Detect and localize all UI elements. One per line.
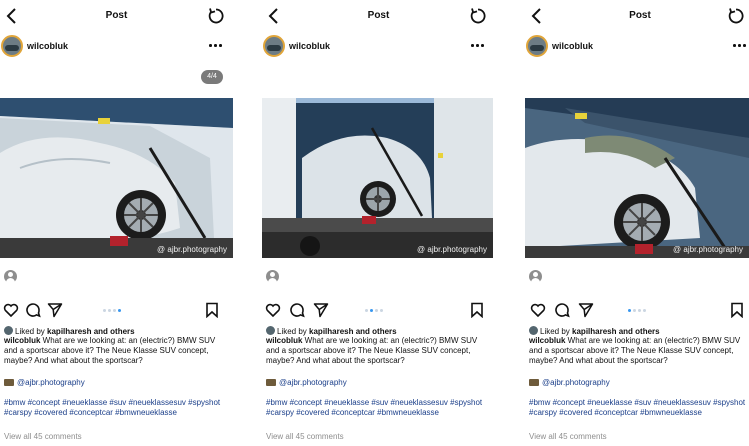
carousel-indicator (365, 309, 387, 313)
bookmark-icon[interactable] (204, 302, 220, 318)
action-bar (262, 302, 495, 320)
post-author-row: wilcobluk (262, 32, 495, 60)
photo-watermark: @ ajbr.photography (673, 245, 743, 254)
refresh-icon[interactable] (207, 7, 225, 25)
camera-emoji-icon (4, 379, 14, 386)
hashtags[interactable]: #bmw #concept #neueklasse #suv #neueklas… (266, 398, 491, 418)
post-author-row: wilcobluk (0, 32, 233, 60)
carousel-dot (633, 309, 636, 312)
carousel-dot (638, 309, 641, 312)
avatar[interactable] (526, 35, 548, 57)
liker-avatar (4, 326, 13, 335)
post-panel-3: Post wilcobluk @ ajbr.photography Liked … (525, 0, 749, 446)
camera-emoji-icon (266, 379, 276, 386)
photo-watermark: @ ajbr.photography (157, 245, 227, 254)
post-photo[interactable]: @ ajbr.photography (262, 98, 493, 258)
send-icon[interactable] (578, 302, 594, 318)
comment-icon[interactable] (25, 302, 41, 318)
username[interactable]: wilcobluk (552, 41, 593, 51)
more-horizontal-icon[interactable] (733, 40, 747, 50)
carousel-dot-active (370, 309, 373, 312)
photo-credit[interactable]: @ajbr.photography (266, 378, 347, 387)
post-caption: wilcobluk What are we looking at: an (el… (266, 336, 478, 365)
send-icon[interactable] (47, 302, 63, 318)
user-tag-icon[interactable] (529, 270, 542, 283)
carousel-dot (113, 309, 116, 312)
carousel-dot (108, 309, 111, 312)
bookmark-icon[interactable] (469, 302, 485, 318)
avatar[interactable] (263, 35, 285, 57)
heart-icon[interactable] (265, 302, 281, 318)
image-counter-badge: 4/4 (201, 70, 223, 84)
post-panel-1: Post wilcobluk 4/4 @ ajbr.photography Li… (0, 0, 233, 446)
refresh-icon[interactable] (469, 7, 487, 25)
page-title: Post (367, 10, 390, 21)
post-panel-2: Post wilcobluk @ ajbr.photography Liked … (262, 0, 495, 446)
page-title: Post (629, 10, 651, 21)
more-horizontal-icon[interactable] (209, 40, 223, 50)
username[interactable]: wilcobluk (289, 41, 330, 51)
photo-watermark: @ ajbr.photography (417, 245, 487, 254)
liker-avatar (529, 326, 538, 335)
username[interactable]: wilcobluk (27, 41, 68, 51)
more-horizontal-icon[interactable] (471, 40, 485, 50)
photo-credit[interactable]: @ajbr.photography (529, 378, 610, 387)
top-bar: Post (525, 0, 749, 32)
user-tag-icon[interactable] (4, 270, 17, 283)
carousel-indicator (103, 309, 125, 313)
action-bar (0, 302, 233, 320)
post-caption: wilcobluk What are we looking at: an (el… (4, 336, 216, 365)
carousel-dot (380, 309, 383, 312)
avatar[interactable] (1, 35, 23, 57)
carousel-dot (375, 309, 378, 312)
liker-avatar (266, 326, 275, 335)
user-tag-icon[interactable] (266, 270, 279, 283)
post-caption: wilcobluk What are we looking at: an (el… (529, 336, 741, 365)
page-title: Post (105, 10, 128, 21)
view-comments-link[interactable]: View all 45 comments (4, 432, 82, 441)
comment-icon[interactable] (289, 302, 305, 318)
likes-summary[interactable]: Liked by kapilharesh and others (4, 326, 135, 336)
heart-icon[interactable] (3, 302, 19, 318)
camera-emoji-icon (529, 379, 539, 386)
comment-icon[interactable] (554, 302, 570, 318)
view-comments-link[interactable]: View all 45 comments (266, 432, 344, 441)
likes-summary[interactable]: Liked by kapilharesh and others (529, 326, 660, 336)
view-comments-link[interactable]: View all 45 comments (529, 432, 607, 441)
hashtags[interactable]: #bmw #concept #neueklasse #suv #neueklas… (529, 398, 747, 418)
likes-summary[interactable]: Liked by kapilharesh and others (266, 326, 397, 336)
hashtags[interactable]: #bmw #concept #neueklasse #suv #neueklas… (4, 398, 229, 418)
send-icon[interactable] (313, 302, 329, 318)
carousel-dot-active (628, 309, 631, 312)
photo-credit[interactable]: @ajbr.photography (4, 378, 85, 387)
refresh-icon[interactable] (727, 7, 745, 25)
carousel-dot (643, 309, 646, 312)
top-bar: Post (262, 0, 495, 32)
carousel-indicator (628, 309, 650, 313)
post-photo[interactable]: @ ajbr.photography (0, 98, 233, 258)
bookmark-icon[interactable] (729, 302, 745, 318)
post-photo[interactable]: @ ajbr.photography (525, 98, 749, 258)
carousel-dot (103, 309, 106, 312)
top-bar: Post (0, 0, 233, 32)
heart-icon[interactable] (530, 302, 546, 318)
post-author-row: wilcobluk (525, 32, 749, 60)
carousel-dot (365, 309, 368, 312)
action-bar (525, 302, 749, 320)
carousel-dot-active (118, 309, 121, 312)
